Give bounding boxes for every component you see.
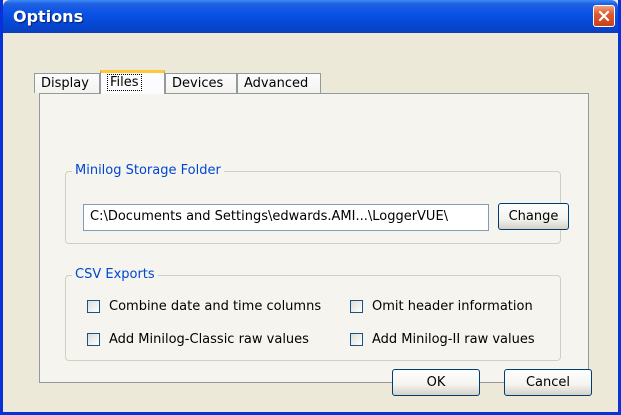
omit-header-checkbox[interactable] bbox=[350, 300, 363, 313]
title-bar[interactable]: Options bbox=[3, 0, 618, 33]
change-button-label: Change bbox=[508, 209, 559, 224]
close-icon bbox=[598, 10, 610, 22]
csv-exports-group: CSV Exports Combine date and time column… bbox=[65, 267, 561, 361]
change-button[interactable]: Change bbox=[498, 203, 569, 230]
tab-devices-label: Devices bbox=[172, 76, 224, 91]
tab-display-label: Display bbox=[41, 76, 89, 91]
combine-date-time-label: Combine date and time columns bbox=[109, 299, 322, 314]
close-button[interactable] bbox=[593, 5, 615, 27]
storage-path-field[interactable]: C:\Documents and Settings\edwards.AMI...… bbox=[83, 204, 489, 231]
cancel-button-label: Cancel bbox=[525, 375, 571, 390]
add-classic-raw-checkbox[interactable] bbox=[87, 333, 100, 346]
window-title: Options bbox=[13, 7, 84, 26]
storage-folder-group-label: Minilog Storage Folder bbox=[72, 163, 224, 178]
tab-display[interactable]: Display bbox=[34, 73, 100, 93]
tab-advanced[interactable]: Advanced bbox=[237, 73, 321, 93]
tab-files-label: Files bbox=[107, 74, 142, 91]
ok-button-label: OK bbox=[426, 375, 446, 390]
add-minilog-ii-raw-checkbox[interactable] bbox=[350, 333, 363, 346]
tab-files[interactable]: Files bbox=[100, 70, 165, 94]
combine-date-time-checkbox[interactable] bbox=[87, 300, 100, 313]
options-dialog: Options Display Files Devices Advanced M… bbox=[0, 0, 621, 415]
storage-folder-group: Minilog Storage Folder C:\Documents and … bbox=[65, 163, 569, 244]
add-classic-raw-label: Add Minilog-Classic raw values bbox=[109, 332, 309, 347]
add-minilog-ii-raw-label: Add Minilog-II raw values bbox=[372, 332, 535, 347]
cancel-button[interactable]: Cancel bbox=[504, 369, 592, 396]
tab-devices[interactable]: Devices bbox=[165, 73, 237, 93]
ok-button[interactable]: OK bbox=[392, 369, 480, 396]
csv-exports-group-label: CSV Exports bbox=[72, 267, 158, 282]
omit-header-label: Omit header information bbox=[372, 299, 533, 314]
tab-advanced-label: Advanced bbox=[244, 76, 309, 91]
files-tab-panel: Minilog Storage Folder C:\Documents and … bbox=[39, 93, 589, 383]
dialog-client-area: Display Files Devices Advanced Minilog S… bbox=[3, 33, 618, 412]
